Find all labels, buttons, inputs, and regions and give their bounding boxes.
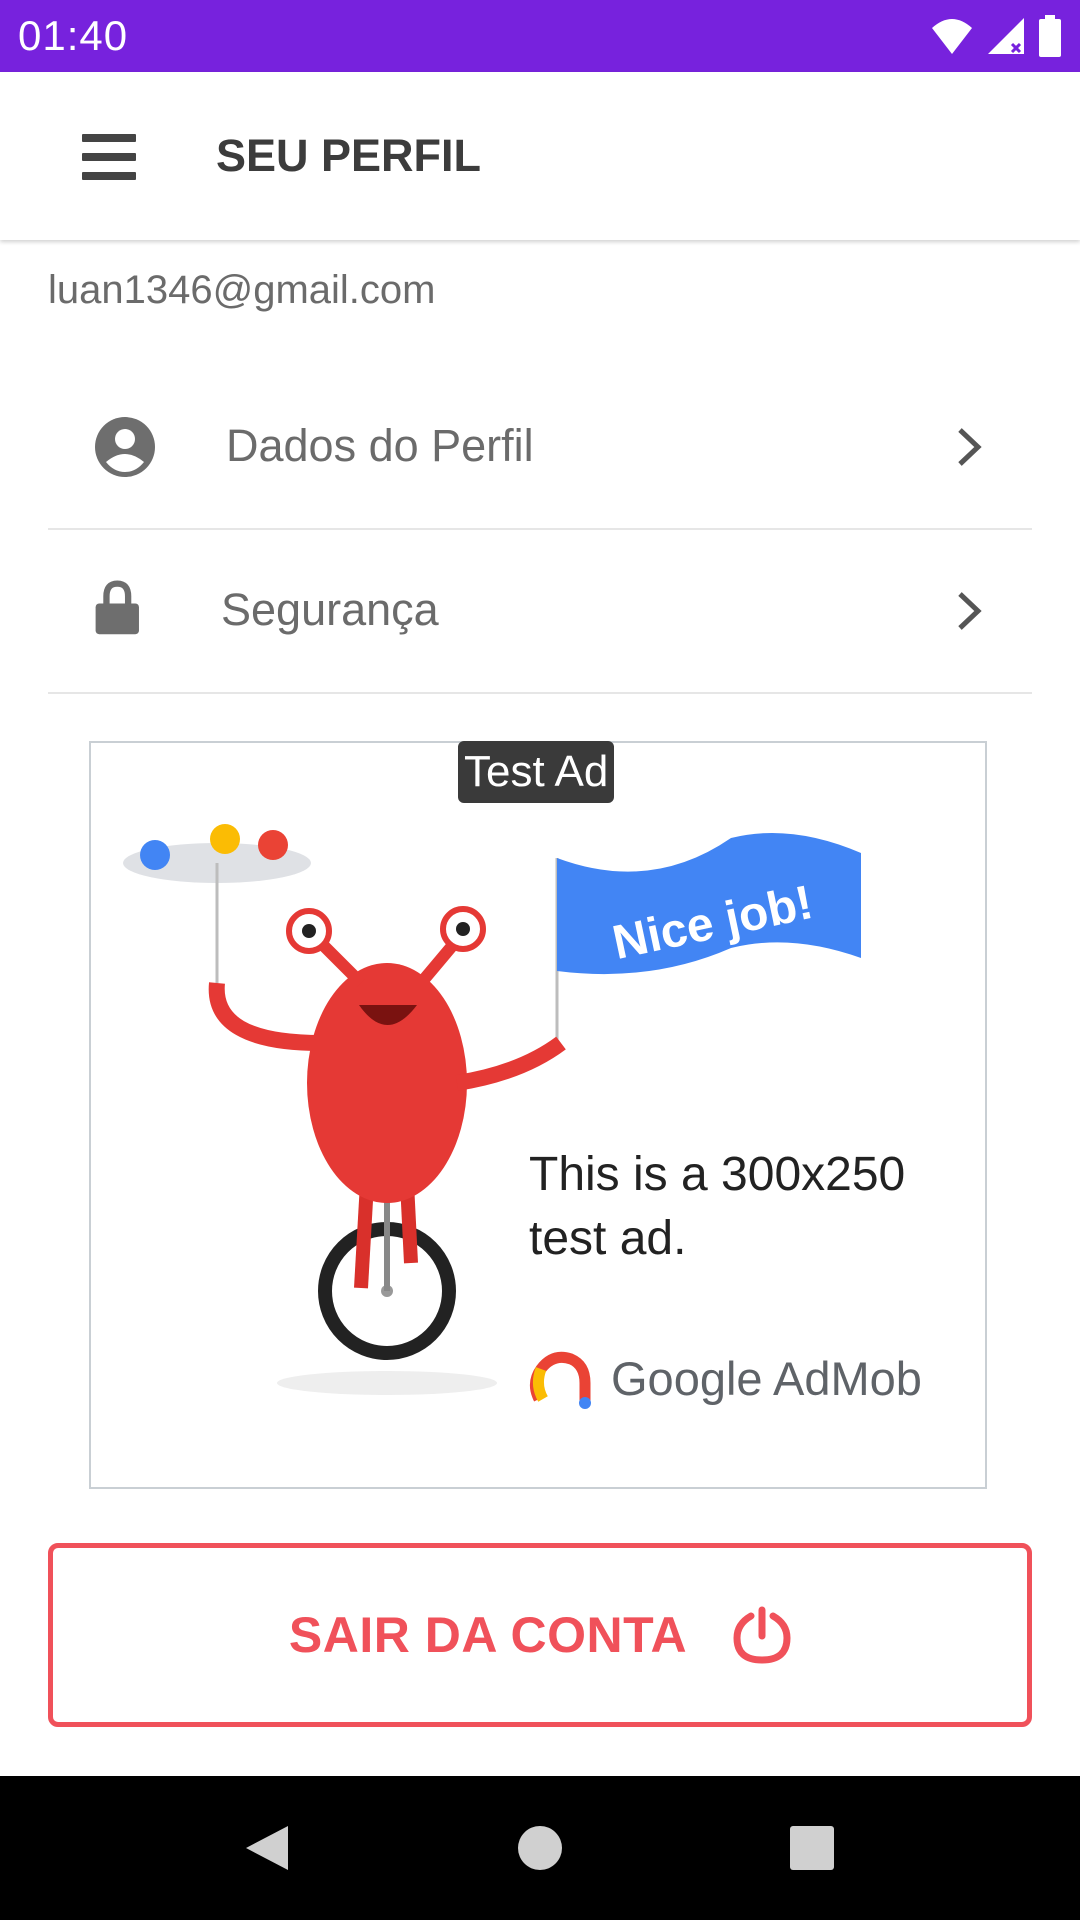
status-time: 01:40	[18, 12, 129, 59]
menu-icon[interactable]	[66, 122, 150, 192]
back-icon[interactable]	[238, 1818, 298, 1878]
logout-button[interactable]: SAIR DA CONTA	[48, 1543, 1032, 1727]
user-email: luan1346@gmail.com	[48, 268, 436, 312]
app-bar: SEU PERFIL	[0, 72, 1080, 240]
power-icon	[733, 1606, 791, 1664]
chevron-right-icon	[958, 428, 982, 466]
test-ad-badge: Test Ad	[458, 741, 615, 803]
ad-text-line2: test ad.	[529, 1212, 687, 1265]
ad-text-line1: This is a 300x250	[529, 1148, 906, 1201]
page-title: SEU PERFIL	[216, 130, 482, 181]
wifi-icon	[932, 19, 972, 54]
ad-text: This is a 300x250 test ad.	[529, 1143, 949, 1271]
status-icons	[930, 12, 1062, 60]
signal-icon	[988, 18, 1024, 54]
test-ad-banner[interactable]: Nice job! This is a 300x250 test ad. Goo…	[89, 741, 987, 1489]
system-nav-bar	[0, 1776, 1080, 1920]
account-circle-icon	[95, 417, 155, 477]
menu-item-label: Dados do Perfil	[226, 420, 534, 471]
logout-label: SAIR DA CONTA	[288, 1607, 688, 1663]
menu-item-label: Segurança	[221, 584, 439, 635]
home-icon[interactable]	[510, 1818, 570, 1878]
menu-item-security[interactable]: Segurança	[48, 530, 1032, 694]
ad-brand: Google AdMob	[611, 1352, 922, 1405]
chevron-right-icon	[958, 592, 982, 630]
admob-logo-icon	[530, 1351, 591, 1409]
lock-icon	[95, 580, 139, 635]
battery-icon	[1039, 15, 1061, 57]
menu-item-profile-data[interactable]: Dados do Perfil	[48, 366, 1032, 530]
recents-icon[interactable]	[782, 1818, 842, 1878]
status-bar: 01:40	[0, 0, 1080, 72]
